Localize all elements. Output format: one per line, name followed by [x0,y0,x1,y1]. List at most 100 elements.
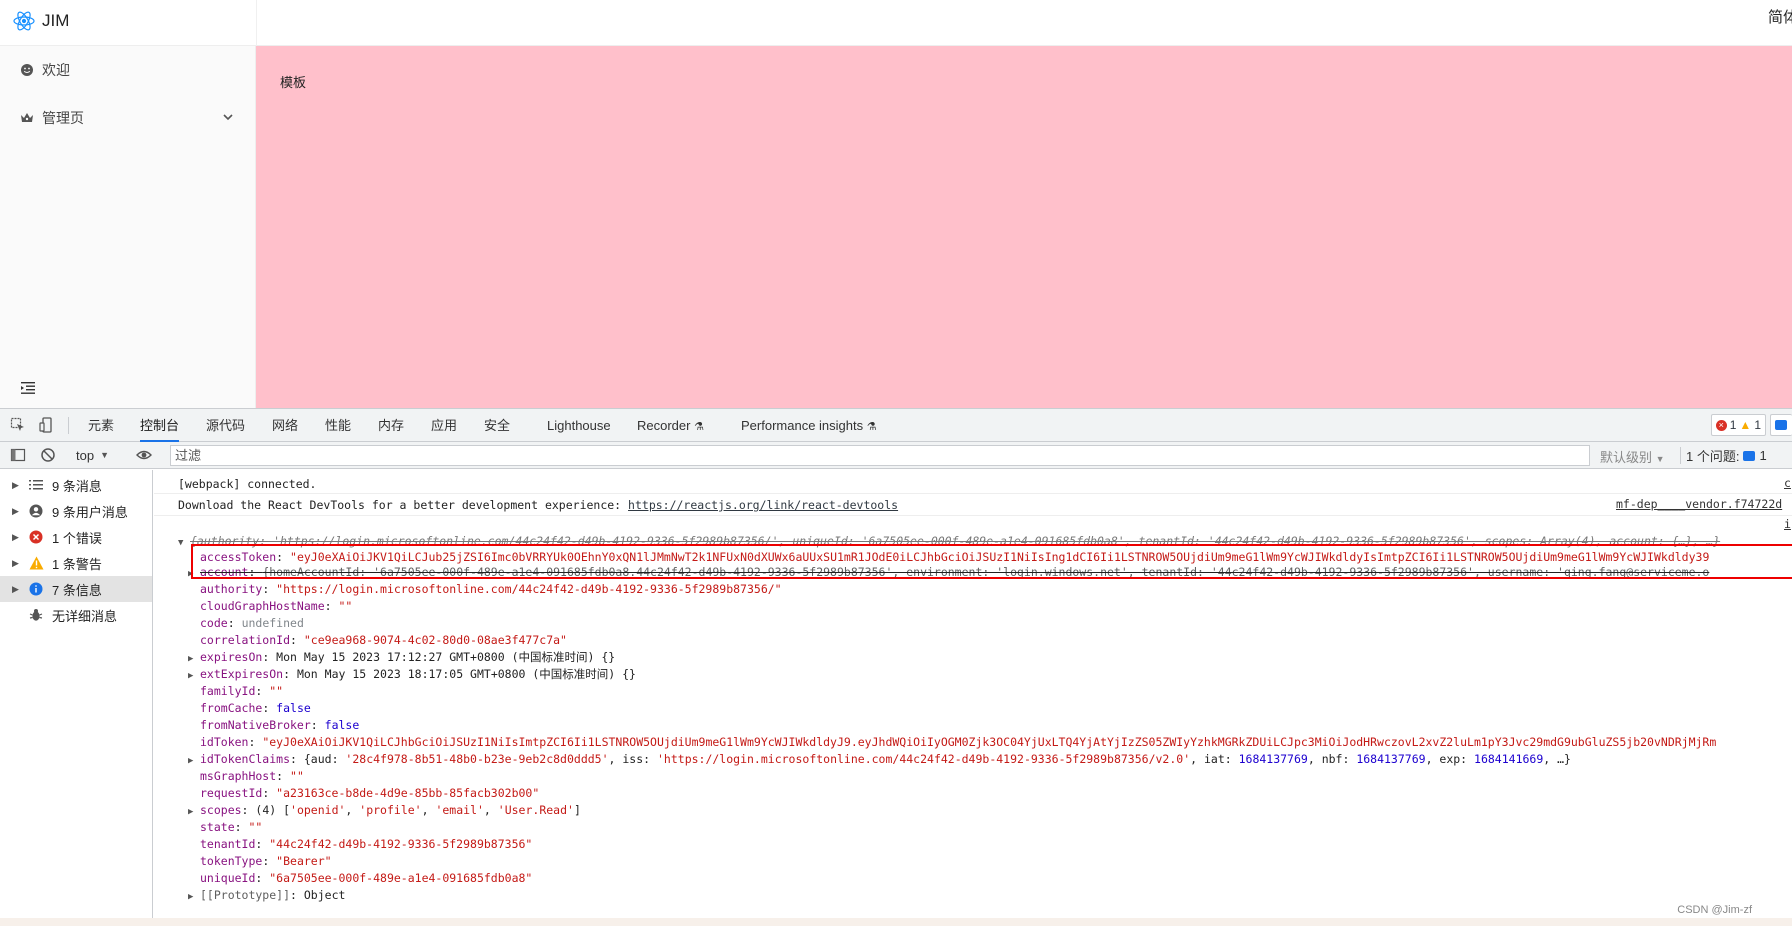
context-value: top [76,447,95,463]
console-filter-input[interactable] [170,445,1590,466]
clear-console-icon[interactable] [40,447,56,463]
property-authority[interactable]: authority: "https://login.microsoftonlin… [200,581,782,598]
tab-lighthouse[interactable]: Lighthouse [547,409,611,442]
console-sidebar-info[interactable]: ▶ 7 条信息 [0,576,152,602]
property-tenantId[interactable]: tenantId: "44c24f42-d49b-4192-9336-5f298… [200,836,532,853]
collapse-triangle-icon: ▼ [178,538,184,548]
source-link[interactable]: i [1784,517,1791,531]
info-icon [28,581,44,597]
property-requestId[interactable]: requestId: "a23163ce-b8de-4d9e-85bb-85fa… [200,785,539,802]
property-scopes[interactable]: ▶ scopes: (4) ['openid', 'profile', 'emai… [188,802,581,819]
console-sidebar-label: 1 个错误 [52,530,102,546]
sidebar-item-welcome[interactable]: 欢迎 [0,50,256,90]
warning-count: 1 [1754,418,1761,432]
context-selector[interactable]: top ▼ [76,446,109,464]
devtools-tab-bar: 元素 控制台 源代码 网络 性能 内存 应用 安全 Lighthouse Rec… [0,409,1792,442]
property-uniqueId[interactable]: uniqueId: "6a7505ee-000f-489e-a1e4-09168… [200,870,532,887]
console-sidebar-errors[interactable]: ▶ 1 个错误 [0,524,152,550]
property-tokenType[interactable]: tokenType: "Bearer" [200,853,332,870]
property-idTokenClaims[interactable]: ▶ idTokenClaims: {aud: '28c4f978-8b51-48b… [188,751,1571,768]
property-prototype[interactable]: ▶ [[Prototype]]: Object [188,887,345,904]
caret-down-icon: ▼ [1655,454,1665,464]
menu-fold-icon[interactable] [20,380,36,396]
tab-security[interactable]: 安全 [484,409,510,442]
expand-arrow-icon: ▶ [12,479,19,490]
language-switch[interactable]: 简体 [1768,6,1792,27]
tab-console[interactable]: 控制台 [140,409,180,442]
console-sidebar-label: 9 条消息 [52,478,102,494]
caret-down-icon: ▼ [100,450,109,460]
console-sidebar-messages[interactable]: ▶ 9 条消息 [0,472,152,498]
app-window: JIM 简体 欢迎 管理页 模板 [0,0,1792,408]
chevron-down-icon [223,114,233,121]
inspect-element-icon[interactable] [10,417,26,433]
console-sidebar-verbose[interactable]: 无详细消息 [0,602,152,628]
sidebar-item-label: 管理页 [42,110,84,126]
property-code[interactable]: code: undefined [200,615,304,632]
console-message: [webpack] connected. [178,477,317,491]
tab-performance[interactable]: 性能 [325,409,351,442]
expand-triangle-icon: ▶ [188,756,194,766]
toolbar-divider [1680,447,1681,464]
expand-arrow-icon: ▶ [12,531,19,542]
issues-button[interactable]: 1 个问题: 1 [1686,445,1767,466]
eye-icon[interactable] [136,447,152,463]
app-header: JIM 简体 [0,0,1792,46]
source-link[interactable]: c [1784,476,1791,490]
sidebar-item-admin[interactable]: 管理页 [0,98,256,138]
console-sidebar-label: 7 条信息 [52,582,102,598]
property-expiresOn[interactable]: ▶ expiresOn: Mon May 15 2023 17:12:27 GMT… [188,649,615,666]
logo[interactable]: JIM [12,6,69,36]
console-sidebar-user-messages[interactable]: ▶ 9 条用户消息 [0,498,152,524]
console-sidebar-label: 无详细消息 [52,608,118,624]
list-icon [28,477,44,493]
footer-strip [0,918,1792,926]
console-message-text: Download the React DevTools for a better… [178,498,629,512]
property-correlationId[interactable]: correlationId: "ce9ea968-9074-4c02-80d0-… [200,632,567,649]
property-cloudGraphHostName[interactable]: cloudGraphHostName: "" [200,598,352,615]
react-devtools-link[interactable]: https://reactjs.org/link/react-devtools [628,498,898,512]
error-warning-counter[interactable]: × 1 ▲ 1 [1710,414,1766,436]
property-extExpiresOn[interactable]: ▶ extExpiresOn: Mon May 15 2023 18:17:05 … [188,666,636,683]
issues-badge[interactable] [1770,414,1792,436]
issues-label: 1 个问题: [1686,449,1740,464]
property-idToken[interactable]: idToken: "eyJ0eXAiOiJKV1QiLCJhbGciOiJSUz… [200,734,1716,751]
main-content: 模板 [256,46,1792,408]
error-count: 1 [1729,418,1737,432]
source-link[interactable]: mf-dep____vendor.f74722d [1616,497,1782,511]
sidebar-item-label: 欢迎 [42,62,70,78]
property-state[interactable]: state: "" [200,819,262,836]
property-familyId[interactable]: familyId: "" [200,683,283,700]
property-fromCache[interactable]: fromCache: false [200,700,311,717]
tab-sources[interactable]: 源代码 [206,409,245,442]
tab-memory[interactable]: 内存 [378,409,404,442]
tab-network[interactable]: 网络 [272,409,298,442]
tab-recorder[interactable]: Recorder ⚗ [637,409,704,442]
header-divider [256,0,257,46]
console-toolbar: top ▼ 默认级别 ▼ 1 个问题: 1 [0,442,1792,469]
flask-icon: ⚗ [866,421,877,433]
console-output: [webpack] connected. c Download the Reac… [154,470,1792,919]
devtools-panel: 元素 控制台 源代码 网络 性能 内存 应用 安全 Lighthouse Rec… [0,408,1792,919]
device-toolbar-icon[interactable] [38,417,54,433]
watermark: CSDN @Jim-zf [1677,904,1752,916]
sidebar-toggle-icon[interactable] [10,447,26,463]
property-fromNativeBroker[interactable]: fromNativeBroker: false [200,717,359,734]
console-sidebar-warnings[interactable]: ▶ 1 条警告 [0,550,152,576]
page-title: 模板 [280,75,307,90]
tab-elements[interactable]: 元素 [88,409,114,442]
smile-icon [20,63,34,77]
tab-performance-insights-label: Performance insights [741,418,864,433]
log-levels-dropdown[interactable]: 默认级别 ▼ [1600,447,1665,466]
user-icon [28,503,44,519]
error-icon: × [1715,419,1727,431]
console-sidebar: ▶ 9 条消息 ▶ 9 条用户消息 ▶ 1 个错误 ▶ 1 条警告 ▶ 7 条信… [0,470,153,919]
property-msGraphHost[interactable]: msGraphHost: "" [200,768,304,785]
message-icon [1743,450,1756,461]
tab-performance-insights[interactable]: Performance insights ⚗ [741,409,877,442]
log-levels-label: 默认级别 [1600,450,1653,465]
toolbar-divider [68,417,69,434]
expand-arrow-icon: ▶ [12,583,19,594]
tab-application[interactable]: 应用 [431,409,457,442]
expand-arrow-icon: ▶ [12,505,19,516]
